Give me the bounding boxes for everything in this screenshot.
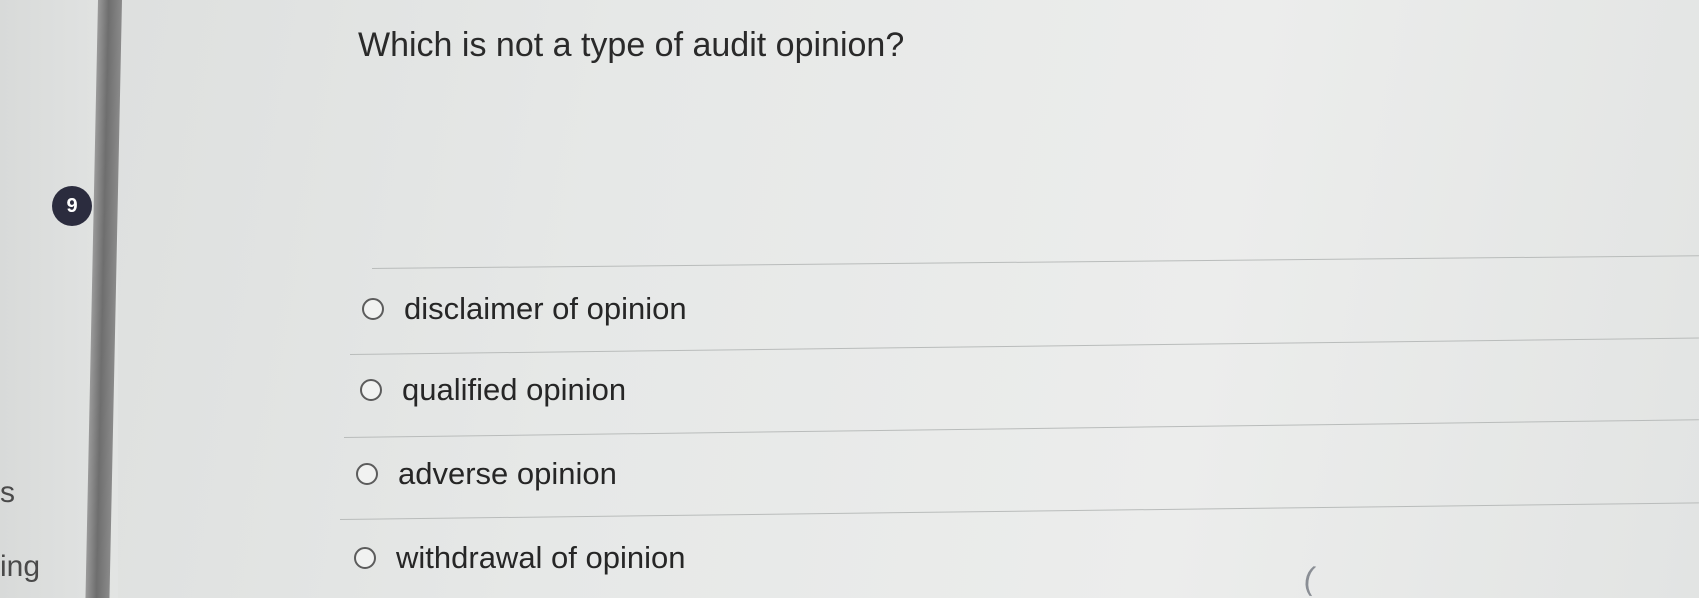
radio-button[interactable] — [362, 298, 384, 320]
radio-button[interactable] — [360, 379, 382, 401]
option-label: adverse opinion — [398, 456, 617, 491]
option-disclaimer-of-opinion[interactable]: disclaimer of opinion — [362, 291, 687, 327]
sidebar-partial-label-top: s — [0, 476, 15, 509]
option-qualified-opinion[interactable]: qualified opinion — [360, 372, 626, 408]
sidebar-partial-label-bottom: ing — [0, 550, 41, 583]
quiz-screen: s ing 9 Which is not a type of audit opi… — [0, 0, 1699, 598]
option-separator — [349, 337, 1699, 355]
option-label: qualified opinion — [402, 372, 627, 407]
option-adverse-opinion[interactable]: adverse opinion — [356, 456, 617, 492]
question-number-badge: 9 — [52, 186, 92, 226]
option-separator — [343, 419, 1699, 438]
question-text: Which is not a type of audit opinion? — [358, 26, 905, 64]
option-label: disclaimer of opinion — [404, 291, 687, 326]
option-withdrawal-of-opinion[interactable]: withdrawal of opinion — [354, 540, 686, 576]
option-separator — [339, 502, 1699, 520]
radio-button[interactable] — [356, 463, 378, 485]
radio-button[interactable] — [354, 547, 376, 569]
stray-mark: ( — [1301, 559, 1318, 597]
option-label: withdrawal of opinion — [396, 540, 686, 575]
option-separator — [371, 255, 1699, 269]
